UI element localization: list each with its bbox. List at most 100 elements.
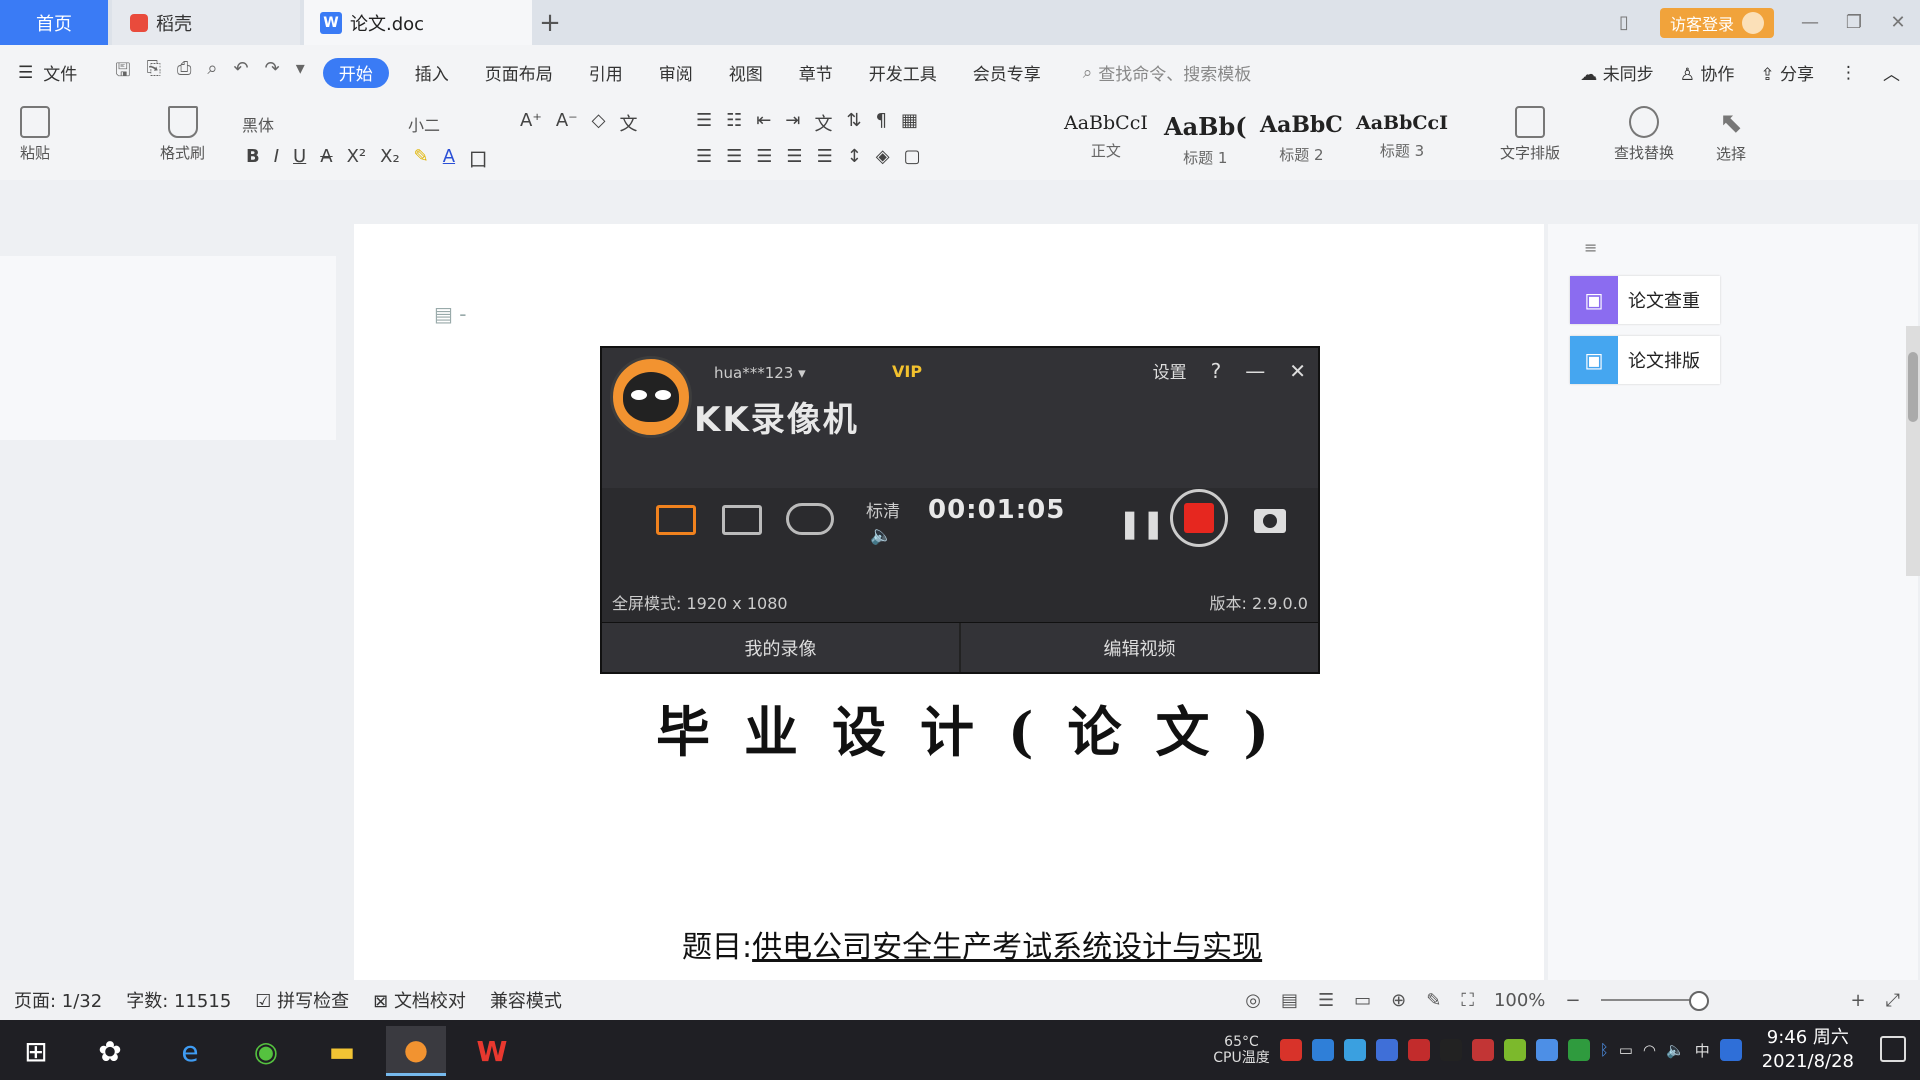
tab-review[interactable]: 审阅 — [641, 45, 711, 100]
sort-icon[interactable]: ⇅ — [846, 110, 861, 136]
tray-app-red-icon[interactable] — [1279, 1039, 1302, 1061]
decrease-indent-icon[interactable]: ⇤ — [756, 110, 771, 136]
justify-icon[interactable]: ☰ — [786, 146, 802, 167]
tab-chapter[interactable]: 章节 — [781, 45, 851, 100]
ie-browser-icon[interactable]: e — [160, 1026, 220, 1076]
layout-toggle-icon[interactable]: ▯ — [1602, 0, 1646, 45]
app-launcher-icon[interactable]: ✿ — [80, 1026, 140, 1076]
align-left-icon[interactable]: ☰ — [696, 146, 712, 167]
game-mode-icon[interactable] — [786, 503, 834, 535]
fullscreen-mode-icon[interactable] — [656, 505, 696, 535]
ime-app-icon[interactable] — [1719, 1039, 1742, 1061]
highlight-icon[interactable]: ✎ — [414, 146, 429, 172]
table-icon[interactable]: ▦ — [901, 110, 918, 136]
tray-app-bag-icon[interactable] — [1407, 1039, 1430, 1061]
collapse-ribbon-icon[interactable]: ︿ — [1883, 60, 1900, 85]
windows-start-icon[interactable]: ⊞ — [6, 1026, 66, 1076]
paste-button[interactable]: 粘贴 — [20, 106, 50, 163]
kk-recorder-taskbar-icon[interactable]: ● — [386, 1026, 446, 1076]
grow-font-icon[interactable]: A⁺ — [520, 110, 542, 136]
thesis-format-button[interactable]: ▣ 论文排版 — [1570, 336, 1720, 384]
fit-page-icon[interactable]: ⛶ — [1461, 990, 1474, 1011]
font-family-select[interactable]: 黑体 — [242, 112, 274, 136]
page-view-icon[interactable]: ▤ — [1281, 990, 1298, 1011]
fullscreen-icon[interactable]: ⤢ — [1886, 990, 1900, 1011]
export-icon[interactable]: ⎘ — [147, 58, 161, 88]
qq-icon[interactable] — [1439, 1039, 1462, 1061]
tab-start[interactable]: 开始 — [322, 57, 389, 88]
close-icon[interactable]: ✕ — [1289, 359, 1306, 383]
pen-icon[interactable]: ✎ — [1426, 990, 1441, 1011]
nvidia-icon[interactable] — [1567, 1039, 1590, 1061]
kk-recorder-window[interactable]: hua***123 ▾ VIP KK录像机 设置 ? — ✕ 标清 🔈 00:0… — [600, 346, 1320, 674]
zoom-slider[interactable] — [1600, 991, 1709, 1011]
volume-icon[interactable]: 🔈 — [870, 525, 892, 546]
recorder-user-menu[interactable]: hua***123 ▾ — [714, 364, 806, 382]
pause-icon[interactable]: ❚❚ — [1118, 507, 1165, 540]
spell-check-button[interactable]: ☑ 拼写检查 — [255, 987, 349, 1013]
quality-select[interactable]: 标清 — [866, 497, 900, 522]
align-right-icon[interactable]: ☰ — [756, 146, 772, 167]
strikethrough-icon[interactable]: A — [320, 146, 332, 172]
style-normal[interactable]: AaBbCcI 正文 — [1064, 112, 1148, 161]
line-spacing-icon[interactable]: ↕ — [847, 146, 862, 167]
customize-dropdown-icon[interactable]: ▾ — [296, 58, 305, 88]
bullet-list-icon[interactable]: ☰ — [696, 110, 712, 136]
region-mode-icon[interactable] — [722, 505, 762, 535]
restore-button[interactable]: ❐ — [1832, 0, 1876, 45]
collaborate-button[interactable]: ♙ 协作 — [1680, 60, 1735, 85]
minimize-button[interactable]: — — [1788, 0, 1832, 45]
style-heading-2[interactable]: AaBbC 标题 2 — [1260, 112, 1343, 165]
format-painter-button[interactable]: 格式刷 — [160, 106, 205, 163]
minimize-icon[interactable]: — — [1245, 359, 1265, 383]
new-tab-button[interactable]: + — [532, 0, 568, 45]
file-explorer-icon[interactable]: ▬ — [312, 1026, 372, 1076]
zoom-out-icon[interactable]: − — [1565, 990, 1580, 1011]
camera-icon[interactable] — [1254, 509, 1286, 533]
proofread-button[interactable]: ⊠ 文档校对 — [373, 987, 466, 1013]
bold-icon[interactable]: B — [246, 146, 260, 172]
eye-protect-icon[interactable]: ◎ — [1245, 990, 1261, 1011]
italic-icon[interactable]: I — [274, 146, 279, 172]
wifi-icon[interactable]: ◠ — [1643, 1041, 1656, 1059]
browser-360-icon[interactable]: ◉ — [236, 1026, 296, 1076]
borders-icon[interactable]: ▢ — [904, 146, 921, 167]
print-icon[interactable]: ⎙ — [177, 58, 191, 88]
increase-indent-icon[interactable]: ⇥ — [785, 110, 800, 136]
plagiarism-check-button[interactable]: ▣ 论文查重 — [1570, 276, 1720, 324]
superscript-icon[interactable]: X² — [347, 146, 367, 172]
tab-insert[interactable]: 插入 — [397, 45, 467, 100]
shrink-font-icon[interactable]: A⁻ — [556, 110, 578, 136]
distribute-icon[interactable]: ☰ — [817, 146, 833, 167]
chinese-layout-icon[interactable]: 文 — [814, 110, 832, 136]
print-preview-icon[interactable]: ⌕ — [207, 58, 217, 88]
notification-center-icon[interactable] — [1880, 1036, 1906, 1062]
recorder-settings-button[interactable]: 设置 — [1153, 358, 1187, 383]
underline-icon[interactable]: U — [293, 146, 306, 172]
tab-page-layout[interactable]: 页面布局 — [467, 45, 571, 100]
clear-format-icon[interactable]: ◇ — [592, 110, 606, 136]
scrollbar-thumb[interactable] — [1908, 352, 1918, 422]
font-size-select[interactable]: 小二 — [408, 112, 440, 136]
style-heading-3[interactable]: AaBbCcI 标题 3 — [1356, 112, 1448, 161]
tab-developer[interactable]: 开发工具 — [851, 45, 955, 100]
sync-button[interactable]: ☁ 未同步 — [1580, 60, 1653, 85]
subscript-icon[interactable]: X₂ — [380, 146, 400, 172]
show-marks-icon[interactable]: ¶ — [876, 110, 887, 136]
numbered-list-icon[interactable]: ☷ — [726, 110, 742, 136]
zoom-level[interactable]: 100% — [1494, 990, 1545, 1011]
panel-menu-icon[interactable]: ≡ — [1584, 238, 1597, 257]
guest-login-button[interactable]: 访客登录 — [1659, 7, 1774, 38]
style-heading-1[interactable]: AaBb( 标题 1 — [1164, 112, 1247, 168]
tray-app-window-icon[interactable] — [1343, 1039, 1366, 1061]
battery-icon[interactable]: ▭ — [1619, 1041, 1633, 1059]
cpu-temperature[interactable]: 65°C CPU温度 — [1213, 1034, 1269, 1066]
select-button[interactable]: ⬉ 选择 — [1716, 106, 1746, 164]
zoom-in-icon[interactable]: + — [1851, 990, 1866, 1011]
my-recordings-button[interactable]: 我的录像 — [602, 623, 959, 672]
tray-app-blue-icon[interactable] — [1311, 1039, 1334, 1061]
web-view-icon[interactable]: ⊕ — [1391, 990, 1406, 1011]
font-color-icon[interactable]: A — [443, 146, 455, 172]
page-count[interactable]: 页面: 1/32 — [14, 987, 102, 1013]
text-layout-button[interactable]: 文字排版 — [1500, 106, 1560, 163]
